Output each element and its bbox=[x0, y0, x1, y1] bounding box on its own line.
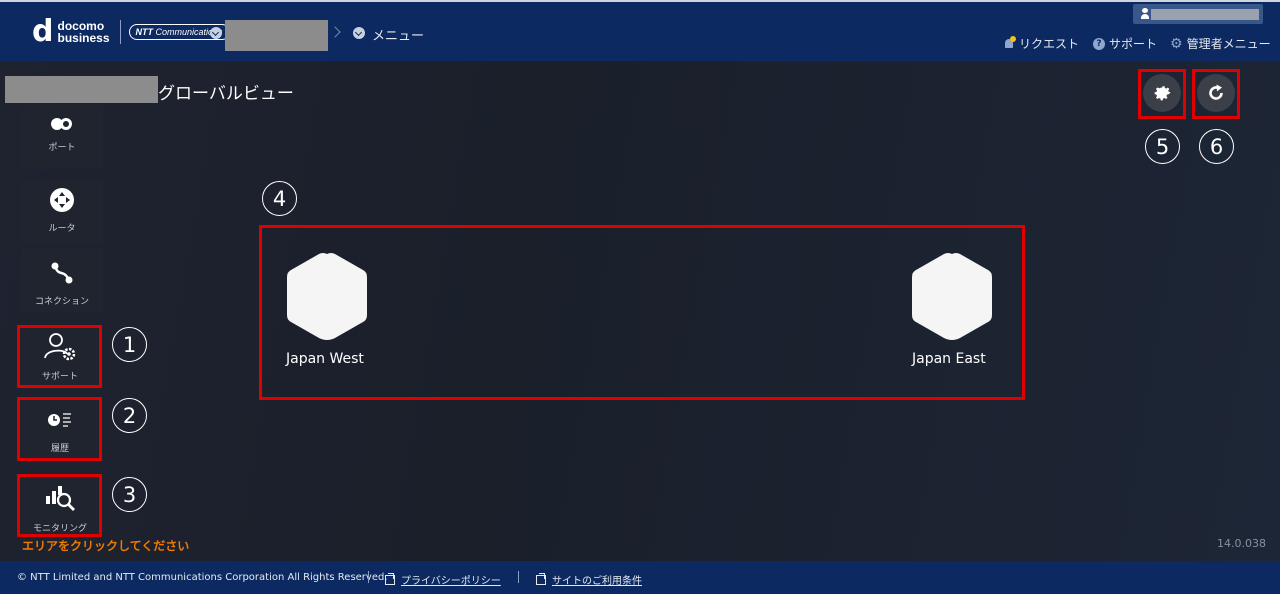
annotation-number-4: 4 bbox=[262, 181, 297, 216]
annotation-box-4 bbox=[259, 225, 1025, 400]
page-title: グローバルビュー bbox=[158, 84, 294, 104]
external-link-icon bbox=[385, 572, 395, 585]
breadcrumb-separator-icon bbox=[329, 26, 341, 38]
connection-icon bbox=[51, 262, 73, 284]
user-icon bbox=[1141, 8, 1149, 19]
sidebar-item-connection[interactable]: コネクション bbox=[21, 248, 103, 312]
copyright-text: © NTT Limited and NTT Communications Cor… bbox=[17, 572, 388, 583]
sidebar-item-router[interactable]: ルータ bbox=[21, 179, 103, 243]
annotation-number-3: 3 bbox=[112, 477, 147, 512]
annotation-box-2 bbox=[17, 397, 102, 461]
nav-request[interactable]: リクエスト bbox=[1003, 35, 1079, 52]
external-link-icon bbox=[536, 572, 546, 585]
annotation-number-6: 6 bbox=[1199, 129, 1234, 164]
user-name-redacted bbox=[1151, 9, 1259, 20]
help-icon: ? bbox=[1093, 37, 1105, 50]
annotation-number-5: 5 bbox=[1145, 129, 1180, 164]
annotation-box-3 bbox=[17, 474, 102, 537]
click-area-hint: エリアをクリックしてください bbox=[22, 539, 190, 553]
footer-divider bbox=[518, 571, 519, 583]
top-header: d docomo business NTT Communications メニュー… bbox=[0, 0, 1280, 61]
nav-support[interactable]: ? サポート bbox=[1093, 35, 1157, 52]
breadcrumb-chevron-icon[interactable] bbox=[210, 27, 222, 39]
gear-icon: ⚙ bbox=[1170, 35, 1183, 52]
footer-divider bbox=[368, 571, 369, 583]
title-redacted-tenant bbox=[5, 76, 158, 103]
footer: © NTT Limited and NTT Communications Cor… bbox=[0, 561, 1280, 594]
breadcrumb-redacted-tenant[interactable] bbox=[225, 20, 328, 51]
annotation-box-1 bbox=[17, 325, 102, 388]
main-content: グローバルビュー ポート ルータ コネクション サポート 1 履歴 2 モニタリ… bbox=[0, 61, 1280, 561]
port-icon bbox=[51, 118, 72, 130]
router-icon bbox=[50, 188, 74, 212]
version-label: 14.0.038 bbox=[1217, 537, 1266, 550]
sidebar-item-label: ルータ bbox=[48, 224, 76, 234]
annotation-box-6 bbox=[1192, 69, 1240, 119]
sidebar-item-label: コネクション bbox=[34, 297, 89, 307]
annotation-number-1: 1 bbox=[112, 327, 147, 362]
annotation-box-5 bbox=[1138, 69, 1186, 119]
terms-of-use-link[interactable]: サイトのご利用条件 bbox=[536, 572, 642, 587]
privacy-policy-link[interactable]: プライバシーポリシー bbox=[385, 572, 501, 587]
user-account-button[interactable] bbox=[1133, 4, 1263, 24]
logo-mark: d bbox=[32, 14, 54, 49]
logo-divider bbox=[119, 20, 121, 44]
sidebar-item-label: ポート bbox=[48, 143, 76, 153]
sidebar-item-port[interactable]: ポート bbox=[21, 105, 103, 169]
annotation-number-2: 2 bbox=[112, 398, 147, 433]
breadcrumb-menu[interactable]: メニュー bbox=[372, 25, 424, 44]
logo-wordmark: docomo business bbox=[57, 19, 110, 45]
bell-icon bbox=[1003, 35, 1016, 50]
docomo-business-logo[interactable]: d docomo business NTT Communications bbox=[32, 14, 230, 49]
menu-chevron-icon[interactable] bbox=[353, 27, 365, 39]
nav-admin-menu[interactable]: ⚙ 管理者メニュー bbox=[1170, 35, 1271, 52]
